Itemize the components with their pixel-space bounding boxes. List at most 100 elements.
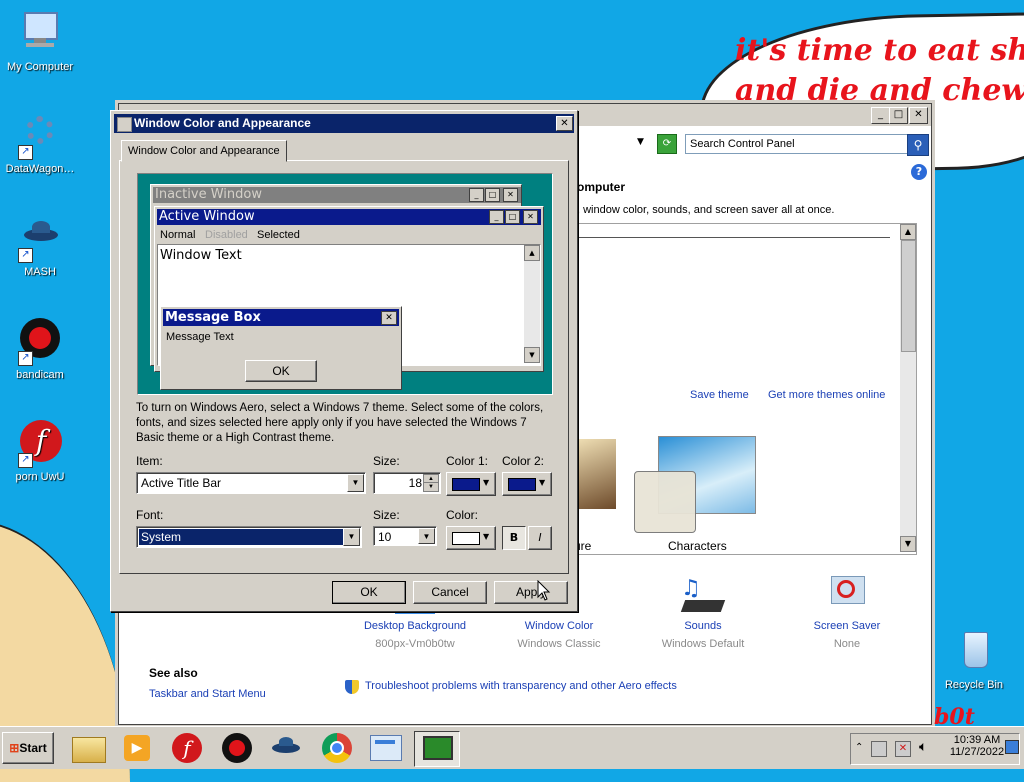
windows-logo-icon: ⊞	[9, 741, 20, 755]
chevron-down-icon[interactable]: ▼	[343, 528, 360, 546]
theme-scrollbar[interactable]: ▲ ▼	[900, 224, 916, 552]
clock-date: 11/27/2022	[949, 746, 1005, 758]
shortcut-arrow-icon: ↗	[18, 351, 33, 366]
spaceship-icon[interactable]	[268, 731, 308, 765]
close-icon[interactable]: ✕	[556, 116, 573, 131]
save-theme-link[interactable]: Save theme	[690, 389, 749, 401]
desktop-icon-label: DataWagon…	[5, 163, 75, 175]
display-settings-icon[interactable]	[414, 731, 460, 767]
item-size-label: Size:	[373, 454, 400, 468]
desktop-icon-recycle-bin[interactable]: Recycle Bin	[934, 628, 1014, 691]
desktop-icon-my-computer[interactable]: My Computer	[0, 10, 80, 73]
screen-saver-item[interactable]: Screen Saver None	[787, 574, 907, 650]
color1-label: Color 1:	[446, 454, 489, 468]
font-label: Font:	[136, 508, 164, 522]
item-select[interactable]: Active Title Bar ▼	[136, 472, 366, 494]
show-desktop-icon[interactable]	[1005, 740, 1019, 754]
chevron-down-icon[interactable]: ▼	[418, 528, 435, 544]
theme-selected-overlay	[634, 471, 696, 533]
refresh-icon[interactable]: ⟳	[657, 134, 677, 154]
shortcut-arrow-icon: ↗	[18, 145, 33, 160]
italic-toggle[interactable]: I	[528, 526, 552, 550]
clock[interactable]: 10:39 AM 11/27/2022	[949, 734, 1005, 758]
explorer-icon[interactable]	[68, 731, 108, 765]
shortcut-arrow-icon: ↗	[18, 248, 33, 263]
item-size-spinner[interactable]: 18 ▲ ▼	[373, 472, 441, 494]
flash-icon[interactable]: f	[168, 731, 208, 765]
computer-icon	[16, 10, 64, 58]
maximize-icon: □	[485, 188, 500, 202]
scrollbar-thumb[interactable]	[901, 240, 916, 352]
show-hidden-icons-icon[interactable]: ⌃	[855, 742, 863, 753]
font-select[interactable]: System ▼	[136, 526, 362, 548]
color2-swatch	[508, 478, 536, 491]
desktop-icon-datawagon[interactable]: ↗ DataWagon…	[0, 112, 80, 175]
scroll-up-icon[interactable]: ▲	[900, 224, 916, 240]
get-more-themes-link[interactable]: Get more themes online	[768, 389, 885, 401]
preview-msgbox-ok: OK	[245, 360, 317, 382]
screen-saver-icon	[827, 574, 867, 614]
sounds-item[interactable]: ♫ Sounds Windows Default	[643, 574, 763, 650]
chevron-down-icon[interactable]: ▼	[637, 137, 644, 147]
page-description: , window color, sounds, and screen saver…	[577, 204, 835, 216]
cancel-button[interactable]: Cancel	[413, 581, 487, 604]
taskbar-start-menu-link[interactable]: Taskbar and Start Menu	[149, 688, 266, 700]
start-button[interactable]: ⊞Start	[2, 732, 54, 764]
control-panel-icon[interactable]	[366, 731, 406, 765]
preview-message-box: Message Box ✕ Message Text OK	[160, 306, 402, 390]
color1-picker[interactable]: ▼	[446, 472, 496, 496]
font-size-select[interactable]: 10 ▼	[373, 526, 437, 546]
preview-window-text: Window Text	[160, 248, 242, 263]
desktop-background-value: 800px-Vm0b0tw	[375, 638, 455, 650]
volume-icon[interactable]: 🔈︎	[919, 739, 927, 755]
ok-button[interactable]: OK	[332, 581, 406, 604]
tab-window-color-appearance[interactable]: Window Color and Appearance	[121, 140, 287, 162]
apply-button[interactable]: Apply	[494, 581, 568, 604]
spin-down-icon[interactable]: ▼	[423, 482, 439, 492]
media-player-icon[interactable]: ▶	[118, 731, 158, 765]
close-icon: ✕	[381, 311, 397, 325]
maximize-button[interactable]: □	[889, 107, 908, 124]
window-color-link[interactable]: Window Color	[499, 620, 619, 632]
close-button[interactable]: ✕	[909, 107, 928, 124]
scroll-down-icon[interactable]: ▼	[900, 536, 916, 552]
chrome-icon[interactable]	[318, 731, 358, 765]
search-input[interactable]: Search Control Panel	[685, 134, 911, 154]
preview-msgbox-title: Message Box	[163, 309, 399, 326]
preview-inactive-title: Inactive Window	[153, 187, 521, 203]
page-heading: omputer	[577, 180, 625, 194]
chevron-down-icon: ▼	[483, 478, 490, 487]
sounds-link[interactable]: Sounds	[643, 620, 763, 632]
search-icon[interactable]: ⚲	[907, 134, 929, 156]
recycle-bin-icon	[950, 628, 998, 676]
maximize-icon: □	[505, 210, 520, 224]
taskbar: ⊞Start ▶ f ⌃ ✕ 🔈︎ 10:39 AM 11/27/2022	[0, 726, 1024, 769]
bandicam-icon[interactable]	[218, 731, 258, 765]
theme-list[interactable]: ▲ ▼ Save theme Get more themes online ur…	[559, 223, 917, 555]
screen-saver-link[interactable]: Screen Saver	[787, 620, 907, 632]
sounds-icon: ♫	[680, 574, 726, 614]
network-icon[interactable]: ✕	[895, 741, 911, 757]
minimize-button[interactable]: _	[871, 107, 890, 124]
appearance-preview: Inactive Window _ □ ✕ Active Window _ □ …	[137, 173, 553, 395]
color2-picker[interactable]: ▼	[502, 472, 552, 496]
close-icon: ✕	[503, 188, 518, 202]
item-label: Item:	[136, 454, 163, 468]
font-color-picker[interactable]: ▼	[446, 526, 496, 550]
preview-menu-disabled: Disabled	[205, 229, 248, 241]
color2-label: Color 2:	[502, 454, 545, 468]
font-color-label: Color:	[446, 508, 479, 522]
desktop-icon-mash[interactable]: ↗ MASH	[0, 215, 80, 278]
troubleshoot-link[interactable]: Troubleshoot problems with transparency …	[365, 680, 677, 692]
font-color-swatch	[452, 532, 480, 545]
bold-toggle[interactable]: B	[502, 526, 526, 550]
help-icon[interactable]: ?	[911, 164, 927, 180]
minimize-icon: _	[469, 188, 484, 202]
desktop-icon-label: bandicam	[16, 369, 64, 381]
item-size-value: 18	[408, 476, 422, 490]
desktop-background-link[interactable]: Desktop Background	[355, 620, 475, 632]
action-center-icon[interactable]	[871, 741, 887, 757]
desktop-icon-bandicam[interactable]: ↗ bandicam	[0, 318, 80, 381]
chevron-down-icon[interactable]: ▼	[347, 474, 364, 492]
desktop-icon-porn-uwu[interactable]: f ↗ porn UwU	[0, 420, 80, 483]
